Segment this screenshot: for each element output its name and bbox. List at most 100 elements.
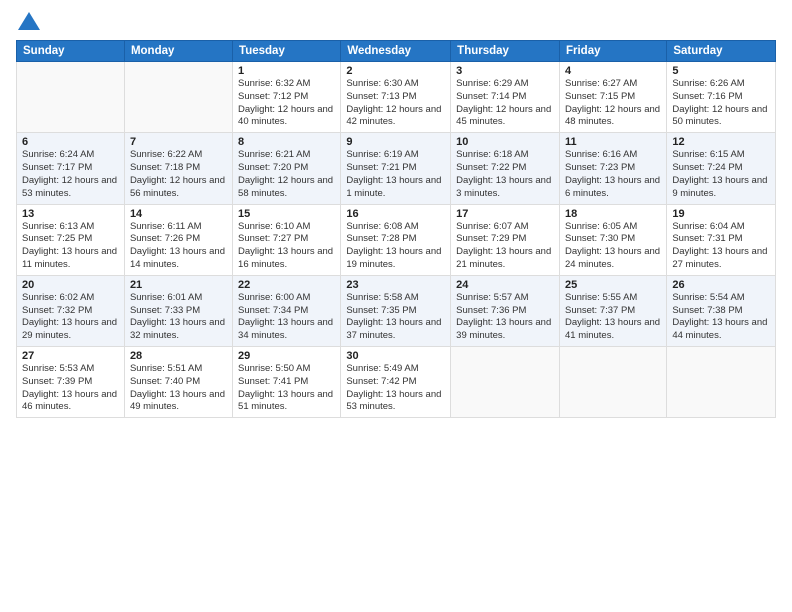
calendar-cell: 15Sunrise: 6:10 AMSunset: 7:27 PMDayligh… [233,204,341,275]
calendar-cell: 10Sunrise: 6:18 AMSunset: 7:22 PMDayligh… [451,133,560,204]
calendar-header-row: SundayMondayTuesdayWednesdayThursdayFrid… [17,41,776,62]
day-info: Sunrise: 6:13 AMSunset: 7:25 PMDaylight:… [22,221,119,272]
day-info: Sunrise: 5:57 AMSunset: 7:36 PMDaylight:… [456,292,554,343]
day-number: 4 [565,65,661,77]
day-number: 21 [130,279,227,291]
day-info: Sunrise: 6:19 AMSunset: 7:21 PMDaylight:… [346,149,445,200]
day-info: Sunrise: 6:27 AMSunset: 7:15 PMDaylight:… [565,78,661,129]
calendar-cell: 19Sunrise: 6:04 AMSunset: 7:31 PMDayligh… [667,204,776,275]
calendar-week-1: 1Sunrise: 6:32 AMSunset: 7:12 PMDaylight… [17,62,776,133]
day-info: Sunrise: 6:02 AMSunset: 7:32 PMDaylight:… [22,292,119,343]
calendar-cell: 18Sunrise: 6:05 AMSunset: 7:30 PMDayligh… [559,204,666,275]
day-number: 20 [22,279,119,291]
header [16,12,776,32]
day-info: Sunrise: 5:49 AMSunset: 7:42 PMDaylight:… [346,363,445,414]
day-number: 14 [130,208,227,220]
day-info: Sunrise: 5:54 AMSunset: 7:38 PMDaylight:… [672,292,770,343]
day-number: 1 [238,65,335,77]
calendar-cell [451,347,560,418]
day-info: Sunrise: 5:53 AMSunset: 7:39 PMDaylight:… [22,363,119,414]
day-info: Sunrise: 6:10 AMSunset: 7:27 PMDaylight:… [238,221,335,272]
day-number: 17 [456,208,554,220]
calendar-week-5: 27Sunrise: 5:53 AMSunset: 7:39 PMDayligh… [17,347,776,418]
day-info: Sunrise: 6:05 AMSunset: 7:30 PMDaylight:… [565,221,661,272]
logo [16,12,40,32]
weekday-header-thursday: Thursday [451,41,560,62]
calendar-cell: 5Sunrise: 6:26 AMSunset: 7:16 PMDaylight… [667,62,776,133]
calendar-cell: 1Sunrise: 6:32 AMSunset: 7:12 PMDaylight… [233,62,341,133]
day-number: 19 [672,208,770,220]
calendar-cell: 28Sunrise: 5:51 AMSunset: 7:40 PMDayligh… [124,347,232,418]
calendar-cell: 30Sunrise: 5:49 AMSunset: 7:42 PMDayligh… [341,347,451,418]
weekday-header-friday: Friday [559,41,666,62]
calendar-cell: 17Sunrise: 6:07 AMSunset: 7:29 PMDayligh… [451,204,560,275]
calendar-week-4: 20Sunrise: 6:02 AMSunset: 7:32 PMDayligh… [17,275,776,346]
day-number: 23 [346,279,445,291]
calendar-cell: 20Sunrise: 6:02 AMSunset: 7:32 PMDayligh… [17,275,125,346]
calendar-cell: 14Sunrise: 6:11 AMSunset: 7:26 PMDayligh… [124,204,232,275]
calendar-cell: 26Sunrise: 5:54 AMSunset: 7:38 PMDayligh… [667,275,776,346]
calendar-cell [667,347,776,418]
day-info: Sunrise: 6:30 AMSunset: 7:13 PMDaylight:… [346,78,445,129]
logo-icon [18,12,40,30]
calendar-cell: 2Sunrise: 6:30 AMSunset: 7:13 PMDaylight… [341,62,451,133]
day-number: 7 [130,136,227,148]
calendar-cell: 3Sunrise: 6:29 AMSunset: 7:14 PMDaylight… [451,62,560,133]
day-number: 24 [456,279,554,291]
day-number: 12 [672,136,770,148]
day-info: Sunrise: 6:21 AMSunset: 7:20 PMDaylight:… [238,149,335,200]
day-info: Sunrise: 6:24 AMSunset: 7:17 PMDaylight:… [22,149,119,200]
day-info: Sunrise: 6:08 AMSunset: 7:28 PMDaylight:… [346,221,445,272]
day-info: Sunrise: 6:15 AMSunset: 7:24 PMDaylight:… [672,149,770,200]
day-info: Sunrise: 6:26 AMSunset: 7:16 PMDaylight:… [672,78,770,129]
weekday-header-wednesday: Wednesday [341,41,451,62]
calendar-cell: 25Sunrise: 5:55 AMSunset: 7:37 PMDayligh… [559,275,666,346]
day-info: Sunrise: 5:55 AMSunset: 7:37 PMDaylight:… [565,292,661,343]
weekday-header-tuesday: Tuesday [233,41,341,62]
day-info: Sunrise: 6:07 AMSunset: 7:29 PMDaylight:… [456,221,554,272]
day-number: 25 [565,279,661,291]
day-number: 27 [22,350,119,362]
calendar-cell: 8Sunrise: 6:21 AMSunset: 7:20 PMDaylight… [233,133,341,204]
weekday-header-monday: Monday [124,41,232,62]
calendar-cell: 24Sunrise: 5:57 AMSunset: 7:36 PMDayligh… [451,275,560,346]
calendar-cell: 27Sunrise: 5:53 AMSunset: 7:39 PMDayligh… [17,347,125,418]
calendar-cell: 11Sunrise: 6:16 AMSunset: 7:23 PMDayligh… [559,133,666,204]
day-info: Sunrise: 6:11 AMSunset: 7:26 PMDaylight:… [130,221,227,272]
day-number: 9 [346,136,445,148]
weekday-header-saturday: Saturday [667,41,776,62]
page: SundayMondayTuesdayWednesdayThursdayFrid… [0,0,792,612]
day-number: 11 [565,136,661,148]
day-number: 18 [565,208,661,220]
day-info: Sunrise: 6:04 AMSunset: 7:31 PMDaylight:… [672,221,770,272]
calendar-cell [17,62,125,133]
day-number: 8 [238,136,335,148]
calendar-cell [559,347,666,418]
day-number: 29 [238,350,335,362]
day-number: 13 [22,208,119,220]
day-number: 26 [672,279,770,291]
day-info: Sunrise: 6:18 AMSunset: 7:22 PMDaylight:… [456,149,554,200]
calendar-cell: 16Sunrise: 6:08 AMSunset: 7:28 PMDayligh… [341,204,451,275]
calendar-table: SundayMondayTuesdayWednesdayThursdayFrid… [16,40,776,418]
calendar-cell: 23Sunrise: 5:58 AMSunset: 7:35 PMDayligh… [341,275,451,346]
day-number: 5 [672,65,770,77]
calendar-cell [124,62,232,133]
day-number: 15 [238,208,335,220]
day-info: Sunrise: 6:29 AMSunset: 7:14 PMDaylight:… [456,78,554,129]
day-info: Sunrise: 5:58 AMSunset: 7:35 PMDaylight:… [346,292,445,343]
calendar-cell: 13Sunrise: 6:13 AMSunset: 7:25 PMDayligh… [17,204,125,275]
day-number: 22 [238,279,335,291]
weekday-header-sunday: Sunday [17,41,125,62]
calendar-cell: 9Sunrise: 6:19 AMSunset: 7:21 PMDaylight… [341,133,451,204]
day-info: Sunrise: 6:32 AMSunset: 7:12 PMDaylight:… [238,78,335,129]
day-info: Sunrise: 5:51 AMSunset: 7:40 PMDaylight:… [130,363,227,414]
day-number: 10 [456,136,554,148]
day-info: Sunrise: 6:00 AMSunset: 7:34 PMDaylight:… [238,292,335,343]
day-info: Sunrise: 6:16 AMSunset: 7:23 PMDaylight:… [565,149,661,200]
day-info: Sunrise: 6:22 AMSunset: 7:18 PMDaylight:… [130,149,227,200]
day-number: 28 [130,350,227,362]
calendar-cell: 12Sunrise: 6:15 AMSunset: 7:24 PMDayligh… [667,133,776,204]
day-number: 16 [346,208,445,220]
day-info: Sunrise: 5:50 AMSunset: 7:41 PMDaylight:… [238,363,335,414]
